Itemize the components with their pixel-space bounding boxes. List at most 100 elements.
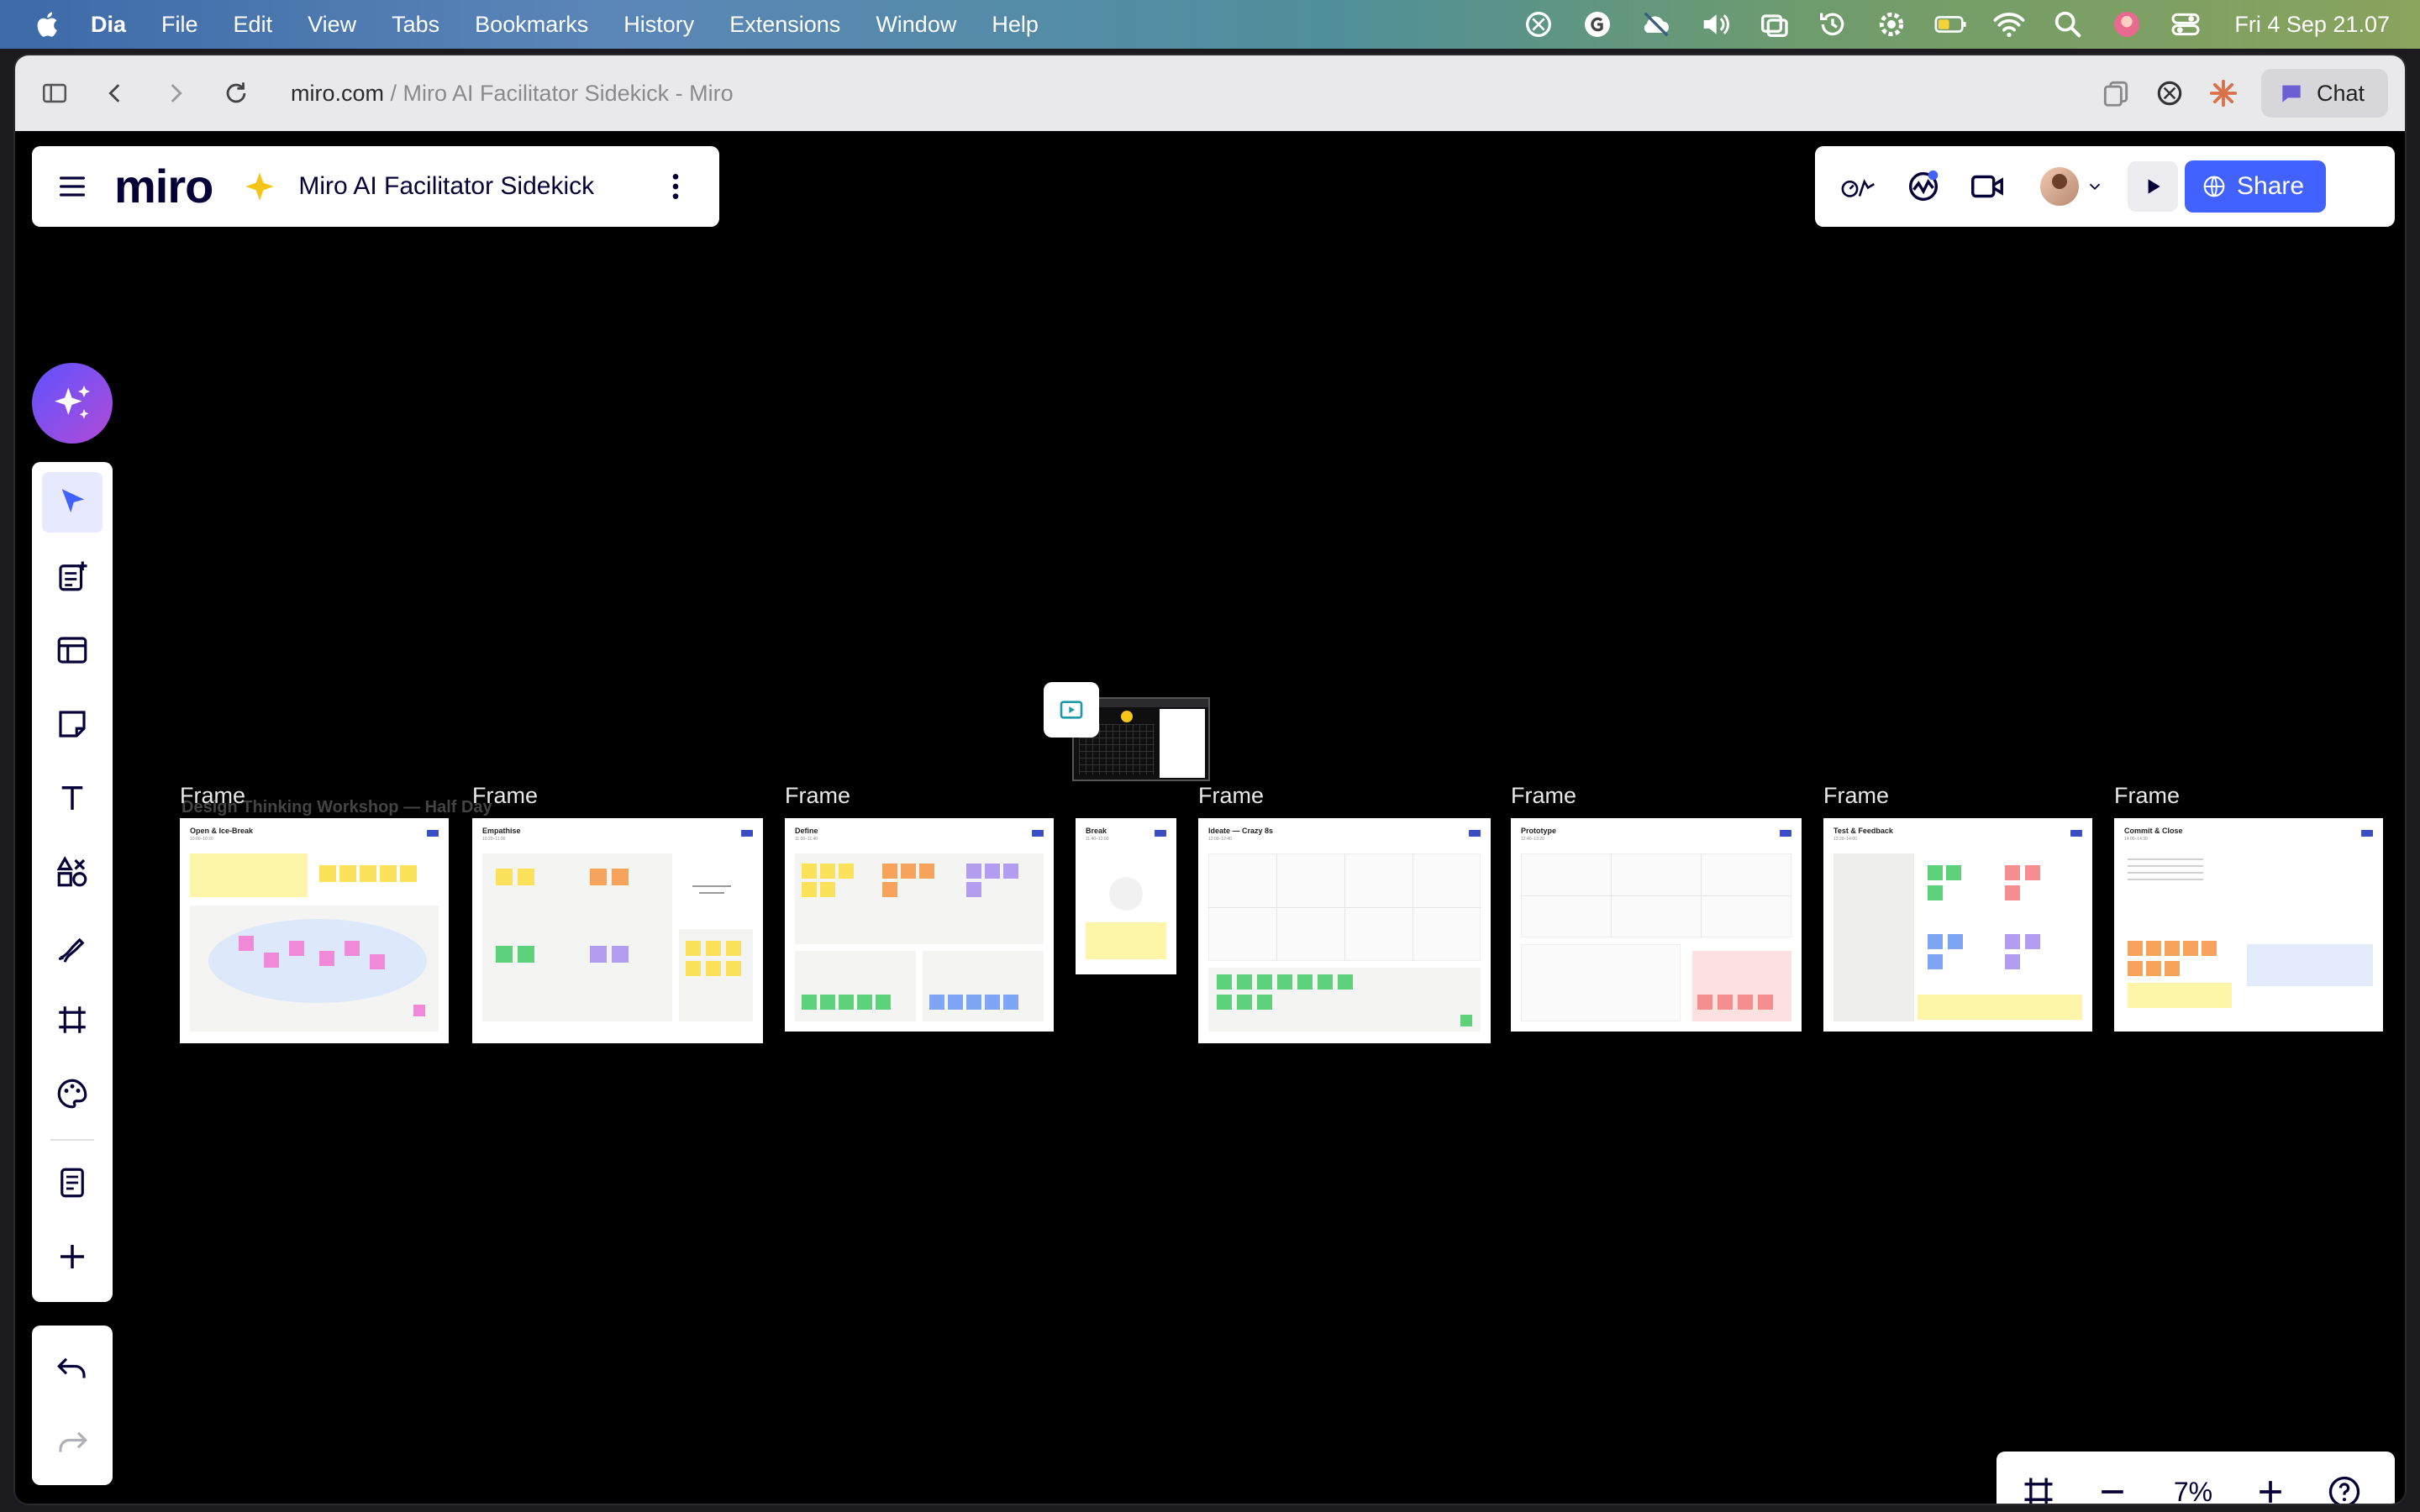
menu-window[interactable]: Window	[876, 12, 956, 38]
frame-prototype[interactable]: Prototype 12:40–13:20	[1511, 818, 1802, 1032]
sticky-note[interactable]	[1948, 934, 1963, 949]
sticky-note[interactable]	[1338, 974, 1353, 990]
sticky-note[interactable]	[1003, 864, 1018, 879]
pen-tool[interactable]	[42, 916, 103, 976]
sticky-note[interactable]	[339, 865, 356, 882]
sticky-note[interactable]	[820, 882, 835, 897]
back-button[interactable]	[94, 72, 136, 114]
sticky-note[interactable]	[2128, 961, 2143, 976]
sticky-note[interactable]	[1928, 885, 1943, 900]
openai-icon[interactable]	[1522, 8, 1555, 41]
sticky-note[interactable]	[2202, 941, 2217, 956]
sticky-note[interactable]	[370, 954, 385, 969]
stickers-tool[interactable]	[42, 1063, 103, 1124]
sticky-note[interactable]	[2025, 934, 2040, 949]
sticky-note[interactable]	[966, 882, 981, 897]
sticky-note[interactable]	[2005, 954, 2020, 969]
sticky-note[interactable]	[882, 882, 897, 897]
avatar[interactable]	[2040, 167, 2079, 206]
sticky-note[interactable]	[400, 865, 417, 882]
address-bar[interactable]: miro.com / Miro AI Facilitator Sidekick …	[291, 81, 734, 107]
sticky-note[interactable]	[1277, 974, 1292, 990]
sticky-note[interactable]	[1738, 995, 1753, 1010]
fit-to-screen-icon[interactable]	[2020, 1473, 2057, 1505]
battery-icon[interactable]	[1933, 8, 1967, 41]
sticky-note[interactable]	[319, 865, 336, 882]
sticky-note[interactable]	[2025, 865, 2040, 880]
sticky-note[interactable]	[919, 864, 934, 879]
embed-preview-chip[interactable]	[1044, 682, 1099, 738]
board-title[interactable]: Miro AI Facilitator Sidekick	[298, 172, 594, 201]
sticky-note[interactable]	[985, 995, 1000, 1010]
user-avatar-icon[interactable]	[2110, 8, 2144, 41]
activity-icon[interactable]	[1904, 167, 1943, 206]
sticky-note[interactable]	[2128, 941, 2143, 956]
templates-tool[interactable]	[42, 620, 103, 680]
sticky-note[interactable]	[1217, 995, 1232, 1010]
sticky-note[interactable]	[1003, 995, 1018, 1010]
menu-clock[interactable]: Fri 4 Sep 21.07	[2234, 12, 2390, 38]
sticky-note[interactable]	[2005, 885, 2020, 900]
ai-assistant-button[interactable]	[32, 363, 113, 444]
sticky-note[interactable]	[2165, 941, 2180, 956]
sticky-note[interactable]	[1758, 995, 1773, 1010]
sticky-note[interactable]	[857, 995, 872, 1010]
sticky-note[interactable]	[1297, 974, 1313, 990]
sticky-note[interactable]	[985, 864, 1000, 879]
sticky-note[interactable]	[413, 1005, 425, 1016]
sticky-note[interactable]	[1257, 995, 1272, 1010]
menu-app-dia[interactable]: Dia	[91, 12, 126, 38]
sidebar-toggle-button[interactable]	[34, 72, 76, 114]
menu-extensions[interactable]: Extensions	[729, 12, 840, 38]
cloud-off-icon[interactable]	[1639, 8, 1673, 41]
sticky-note[interactable]	[612, 869, 629, 885]
sticky-note[interactable]	[1697, 995, 1712, 1010]
menu-bookmarks[interactable]: Bookmarks	[475, 12, 588, 38]
reload-button[interactable]	[215, 72, 257, 114]
sticky-note[interactable]	[1318, 974, 1333, 990]
sticky-note[interactable]	[966, 995, 981, 1010]
sticky-note[interactable]	[1237, 995, 1252, 1010]
miro-logo[interactable]: miro	[114, 163, 213, 210]
sticky-note[interactable]	[518, 869, 534, 885]
sticky-note[interactable]	[839, 995, 854, 1010]
sticky-note[interactable]	[929, 995, 944, 1010]
copy-icon[interactable]	[2100, 77, 2132, 109]
sticky-note[interactable]	[839, 864, 854, 879]
frame-ideate-crazy8s[interactable]: Ideate — Crazy 8s 12:00–12:40	[1198, 818, 1491, 1043]
frame-tool[interactable]	[42, 990, 103, 1050]
sticky-note[interactable]	[496, 869, 513, 885]
sticky-note[interactable]	[1460, 1015, 1472, 1026]
shapes-tool[interactable]	[42, 842, 103, 902]
sticky-note[interactable]	[876, 995, 891, 1010]
more-options-icon[interactable]	[659, 170, 692, 203]
sticky-note[interactable]	[612, 946, 629, 963]
sticky-note[interactable]	[820, 995, 835, 1010]
chatgpt-icon[interactable]	[2154, 77, 2186, 109]
sticky-note[interactable]	[802, 864, 817, 879]
sticky-note[interactable]	[802, 882, 817, 897]
sticky-note[interactable]	[1928, 934, 1943, 949]
menu-edit[interactable]: Edit	[234, 12, 273, 38]
frame-label[interactable]: Frame	[472, 783, 538, 809]
frame-open-icebreak[interactable]: Open & Ice-Break 10:00–10:20	[180, 818, 449, 1043]
present-button[interactable]	[2128, 161, 2178, 212]
sticky-note[interactable]	[360, 865, 376, 882]
windows-icon[interactable]	[1757, 8, 1791, 41]
board-canvas[interactable]: miro Miro AI Facilitator Sidekick Share	[15, 131, 2405, 1505]
sticky-note[interactable]	[1257, 974, 1272, 990]
sticky-note-tool[interactable]	[42, 694, 103, 754]
wifi-icon[interactable]	[1992, 8, 2026, 41]
sticky-note[interactable]	[2146, 941, 2161, 956]
volume-icon[interactable]	[1698, 8, 1732, 41]
frame-label[interactable]: Frame	[1511, 783, 1576, 809]
docs-tool[interactable]	[42, 546, 103, 606]
text-tool[interactable]	[42, 768, 103, 828]
sticky-note[interactable]	[686, 941, 701, 956]
grammarly-icon[interactable]	[1581, 8, 1614, 41]
sticky-note[interactable]	[948, 995, 963, 1010]
sticky-note[interactable]	[264, 953, 279, 968]
sticky-note[interactable]	[590, 946, 607, 963]
select-tool[interactable]	[42, 472, 103, 533]
sticky-note[interactable]	[590, 869, 607, 885]
